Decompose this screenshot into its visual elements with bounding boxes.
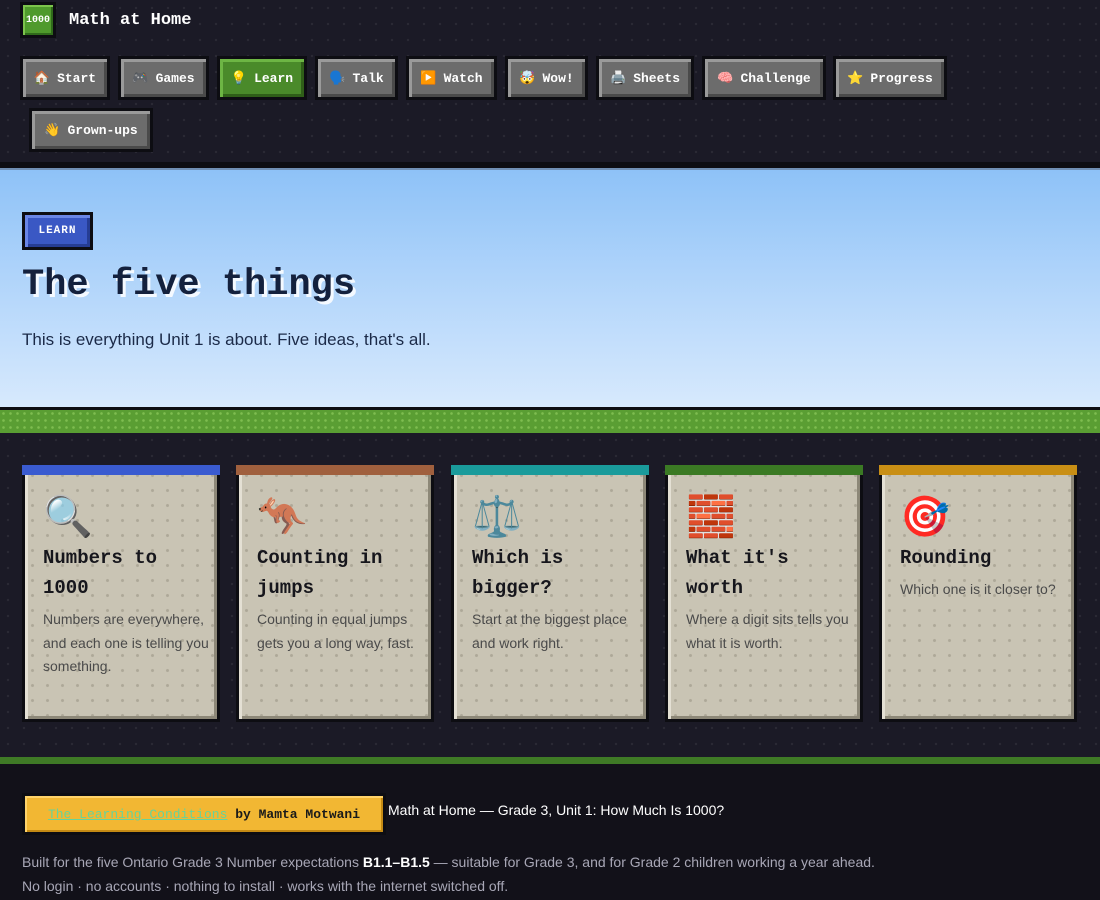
house-icon: 🏠 bbox=[33, 70, 51, 86]
card-numbers-to-1000[interactable]: 🔍 Numbers to 1000 Numbers are everywhere… bbox=[22, 465, 220, 722]
logo: 1000 bbox=[20, 2, 56, 38]
footer-expectations: Built for the five Ontario Grade 3 Numbe… bbox=[22, 854, 875, 870]
site-footer: The Learning Conditions by Mamta Motwani… bbox=[0, 764, 1100, 900]
credit-badge: The Learning Conditions by Mamta Motwani bbox=[22, 793, 386, 835]
nav-label: Sheets bbox=[633, 70, 680, 86]
topic-cards: 🔍 Numbers to 1000 Numbers are everywhere… bbox=[0, 465, 1100, 725]
footer-features: No login · no accounts · nothing to inst… bbox=[22, 878, 509, 894]
mind-blown-icon: 🤯 bbox=[519, 70, 536, 86]
card-stripe bbox=[236, 465, 434, 475]
card-stripe bbox=[451, 465, 649, 475]
nav-challenge-button[interactable]: 🧠 Challenge bbox=[702, 56, 826, 100]
grass-divider bbox=[0, 407, 1100, 433]
card-stripe bbox=[879, 465, 1077, 475]
nav-label: Progress bbox=[870, 70, 933, 86]
nav-learn-button[interactable]: 💡 Learn bbox=[217, 56, 307, 100]
site-header: 1000 Math at Home 🏠 Start 🎮 Games 💡 Lear… bbox=[0, 0, 1100, 162]
nav-label: Wow! bbox=[542, 70, 574, 86]
card-stripe bbox=[22, 465, 220, 475]
printer-icon: 🖨️ bbox=[610, 70, 627, 86]
nav-grown-ups-button[interactable]: 👋 Grown-ups bbox=[29, 108, 153, 152]
nav-sheets-button[interactable]: 🖨️ Sheets bbox=[596, 56, 694, 100]
nav-wow-button[interactable]: 🤯 Wow! bbox=[505, 56, 588, 100]
nav-talk-button[interactable]: 🗣️ Talk bbox=[315, 56, 398, 100]
nav-watch-button[interactable]: ▶️ Watch bbox=[406, 56, 497, 100]
hero-section: LEARN The five things This is everything… bbox=[0, 168, 1100, 407]
kangaroo-icon: 🦘 bbox=[257, 494, 307, 540]
card-description: Start at the biggest place and work righ… bbox=[472, 611, 627, 651]
card-stripe bbox=[665, 465, 863, 475]
card-rounding[interactable]: 🎯 Rounding Which one is it closer to? bbox=[879, 465, 1077, 722]
card-title: Counting in jumps bbox=[257, 547, 383, 599]
card-description: Which one is it closer to? bbox=[900, 581, 1056, 597]
nav-label: Start bbox=[57, 70, 97, 86]
brain-icon: 🧠 bbox=[717, 70, 734, 86]
page-subtitle: This is everything Unit 1 is about. Five… bbox=[22, 330, 431, 349]
brand[interactable]: 1000 Math at Home bbox=[20, 2, 191, 38]
waving-hand-icon: 👋 bbox=[44, 122, 61, 138]
credit-author: by Mamta Motwani bbox=[235, 806, 361, 822]
card-description: Counting in equal jumps gets you a long … bbox=[257, 611, 414, 651]
play-icon: ▶️ bbox=[420, 70, 437, 86]
target-icon: 🎯 bbox=[900, 494, 950, 540]
balance-scale-icon: ⚖️ bbox=[472, 494, 522, 540]
card-title: Rounding bbox=[900, 547, 992, 569]
nav-label: Games bbox=[155, 70, 195, 86]
page-title: The five things bbox=[22, 264, 356, 306]
nav-label: Grown-ups bbox=[67, 122, 138, 138]
card-what-its-worth[interactable]: 🧱 What it's worth Where a digit sits tel… bbox=[665, 465, 863, 722]
game-controller-icon: 🎮 bbox=[132, 70, 149, 86]
nav-label: Challenge bbox=[740, 70, 811, 86]
nav-label: Watch bbox=[443, 70, 483, 86]
learning-conditions-link[interactable]: The Learning Conditions bbox=[48, 807, 227, 822]
footer-divider bbox=[0, 757, 1100, 764]
magnifying-glass-icon: 🔍 bbox=[43, 494, 93, 540]
card-which-is-bigger[interactable]: ⚖️ Which is bigger? Start at the biggest… bbox=[451, 465, 649, 722]
site-name: Math at Home bbox=[69, 10, 192, 30]
card-description: Where a digit sits tells you what it is … bbox=[686, 611, 849, 651]
nav-progress-button[interactable]: ⭐ Progress bbox=[833, 56, 947, 100]
card-description: Numbers are everywhere, and each one is … bbox=[43, 611, 209, 674]
card-title: What it's worth bbox=[686, 547, 789, 599]
speaking-head-icon: 🗣️ bbox=[329, 70, 346, 86]
nav-label: Talk bbox=[352, 70, 384, 86]
card-title: Which is bigger? bbox=[472, 547, 564, 599]
nav-start-button[interactable]: 🏠 Start bbox=[20, 56, 110, 100]
star-icon: ⭐ bbox=[847, 70, 864, 86]
section-tag: LEARN bbox=[22, 212, 93, 250]
brick-icon: 🧱 bbox=[686, 494, 736, 540]
card-counting-in-jumps[interactable]: 🦘 Counting in jumps Counting in equal ju… bbox=[236, 465, 434, 722]
nav-label: Learn bbox=[254, 70, 294, 86]
light-bulb-icon: 💡 bbox=[230, 70, 248, 86]
card-title: Numbers to 1000 bbox=[43, 547, 158, 599]
nav-games-button[interactable]: 🎮 Games bbox=[118, 56, 209, 100]
footer-app-line: Math at Home — Grade 3, Unit 1: How Much… bbox=[388, 802, 725, 818]
expectation-codes: B1.1–B1.5 bbox=[362, 854, 430, 870]
